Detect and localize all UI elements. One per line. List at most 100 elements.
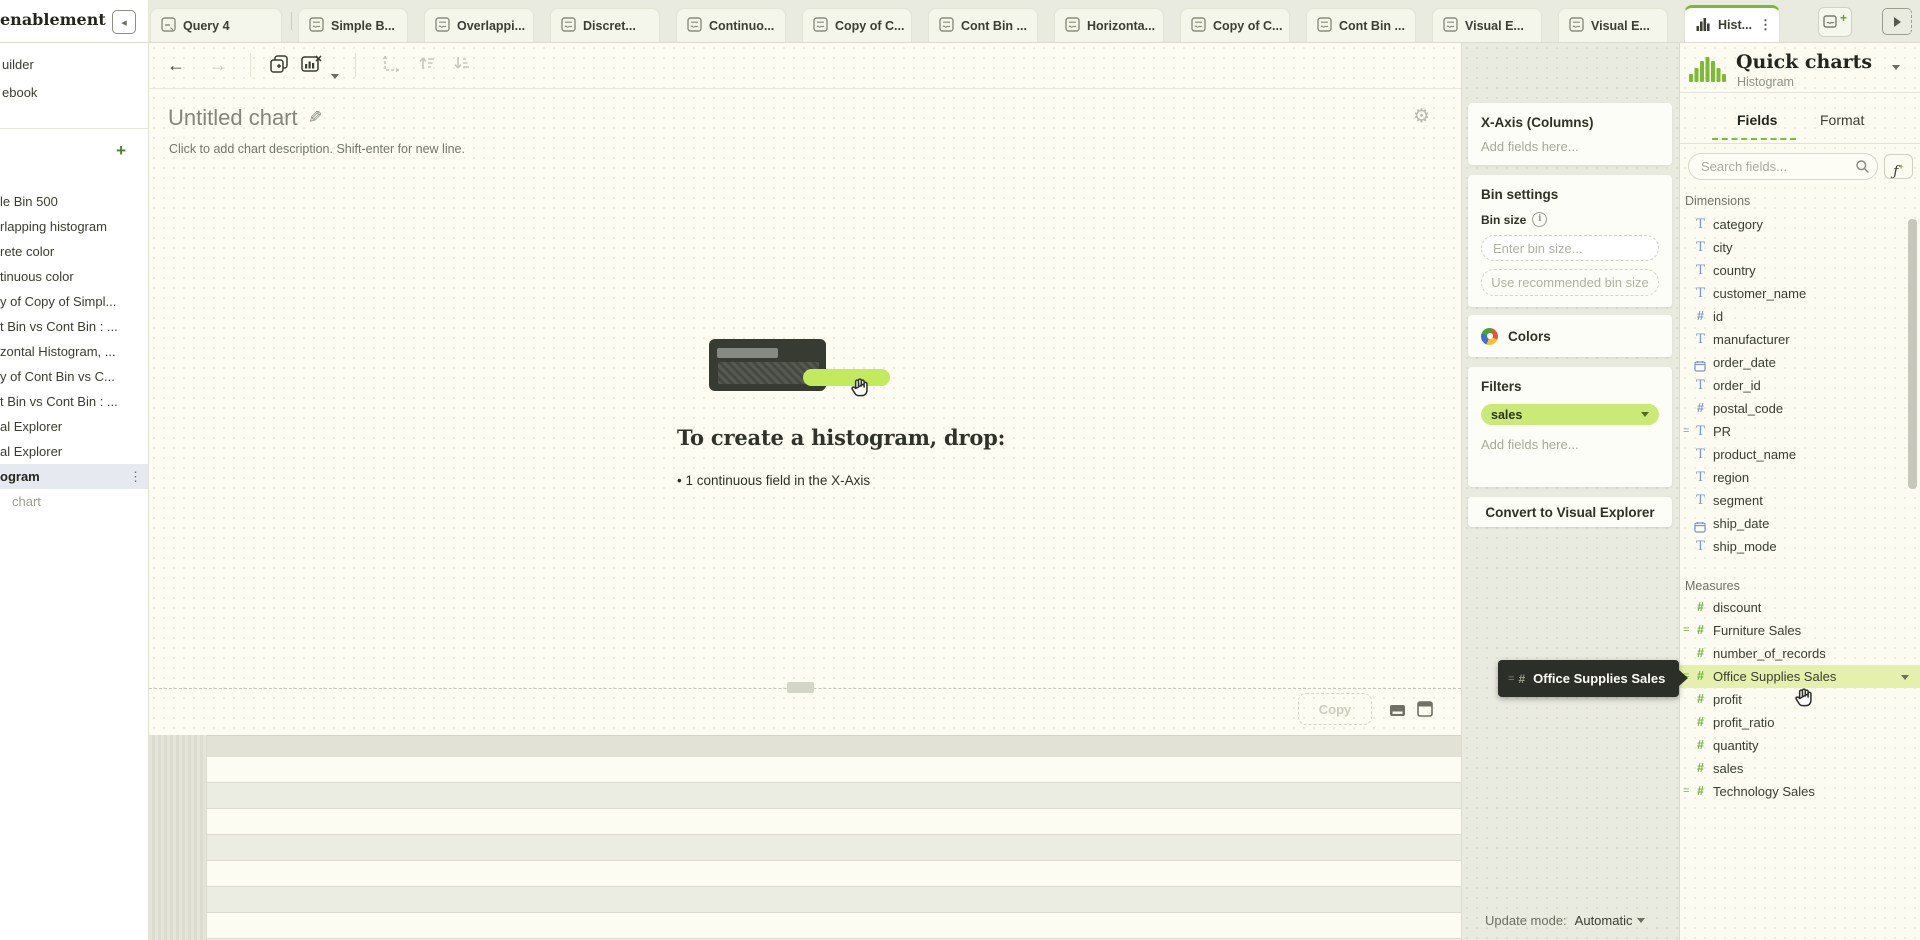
illustration-title-bar — [717, 348, 778, 358]
scrollbar-thumb[interactable] — [1908, 219, 1917, 489]
xaxis-drop-target[interactable]: Add fields here... — [1481, 139, 1659, 154]
measure-row-technology-sales[interactable]: =#Technology Sales — [1680, 780, 1920, 803]
chart-description-placeholder[interactable]: Click to add chart description. Shift-en… — [169, 142, 465, 156]
swap-axis-button[interactable] — [381, 54, 401, 79]
maximize-icon[interactable] — [1417, 701, 1433, 717]
dimension-row-customer-name[interactable]: Tcustomer_name — [1680, 282, 1920, 305]
duplicate-element-button[interactable] — [269, 54, 289, 79]
update-mode-dropdown[interactable]: Automatic — [1575, 913, 1646, 928]
workbook-tab-hist-[interactable]: Hist...⋮ — [1684, 5, 1780, 42]
dimension-row-ship-date[interactable]: ship_date — [1680, 512, 1920, 535]
bin-settings-title: Bin settings — [1481, 187, 1659, 202]
measure-row-quantity[interactable]: #quantity — [1680, 734, 1920, 757]
dimension-row-postal-code[interactable]: #postal_code — [1680, 397, 1920, 420]
toolbar-divider — [355, 53, 356, 77]
new-element-button[interactable]: + — [1818, 7, 1852, 37]
tab-format[interactable]: Format — [1820, 112, 1864, 128]
filter-pill-label: sales — [1491, 408, 1522, 422]
page-list-item-selected[interactable]: ogram⋮ — [0, 464, 148, 489]
tab-fields[interactable]: Fields — [1737, 112, 1777, 128]
workbook-tab-copy-of-c-[interactable]: Copy of C... — [802, 8, 912, 42]
kebab-menu-icon[interactable]: ⋮ — [129, 464, 142, 489]
workbook-tab-cont-bin-[interactable]: Cont Bin ... — [1306, 8, 1416, 42]
chart-title[interactable]: Untitled chart ✎ — [168, 105, 322, 131]
dimension-row-id[interactable]: #id — [1680, 305, 1920, 328]
page-list-item[interactable]: rete color — [0, 239, 148, 264]
gear-icon[interactable]: ⚙ — [1413, 105, 1430, 128]
sidebar-divider — [0, 128, 148, 129]
colors-card[interactable]: Colors — [1468, 315, 1672, 357]
dimension-row-segment[interactable]: Tsegment — [1680, 489, 1920, 512]
page-list-item-muted[interactable]: chart — [0, 489, 148, 514]
collapse-sidebar-button[interactable]: ◂ — [112, 10, 136, 34]
update-mode-label: Update mode: — [1485, 913, 1567, 928]
number-type-icon: # — [1693, 711, 1708, 734]
dimension-row-city[interactable]: Tcity — [1680, 236, 1920, 259]
copy-button[interactable]: Copy — [1298, 693, 1372, 725]
recommended-bin-size-button[interactable]: Use recommended bin size — [1481, 269, 1659, 296]
page-list-item[interactable]: y of Copy of Simpl... — [0, 289, 148, 314]
field-name: Technology Sales — [1713, 780, 1815, 803]
page-list-item[interactable]: rlapping histogram — [0, 214, 148, 239]
workbook-tab-cont-bin-[interactable]: Cont Bin ... — [928, 8, 1038, 42]
measure-row-sales[interactable]: #sales — [1680, 757, 1920, 780]
undo-button[interactable]: ← — [167, 54, 185, 76]
redo-button[interactable]: → — [209, 54, 227, 76]
edit-pencil-icon[interactable]: ✎ — [308, 108, 322, 128]
page-list-item[interactable]: tinuous color — [0, 264, 148, 289]
dimension-row-category[interactable]: Tcategory — [1680, 213, 1920, 236]
page-list-item[interactable]: al Explorer — [0, 439, 148, 464]
filter-pill-sales[interactable]: sales — [1481, 404, 1659, 425]
calculated-equals-icon: = — [1683, 420, 1689, 443]
workbook-tab-horizonta-[interactable]: Horizonta... — [1054, 8, 1164, 42]
workbook-tab-visual-e-[interactable]: Visual E... — [1432, 8, 1542, 42]
add-formula-button[interactable]: ƒ+ — [1884, 154, 1913, 179]
dimension-row-ship-mode[interactable]: Tship_mode — [1680, 535, 1920, 558]
delete-element-button[interactable] — [301, 54, 323, 79]
chevron-down-icon[interactable] — [1901, 675, 1909, 680]
workbook-tab-visual-e-[interactable]: Visual E... — [1558, 8, 1668, 42]
page-list-item[interactable]: zontal Histogram, ... — [0, 339, 148, 364]
minimize-icon[interactable] — [1389, 704, 1406, 717]
search-fields-input[interactable] — [1688, 153, 1878, 180]
workbook-tab-continuo-[interactable]: Continuo... — [676, 8, 786, 42]
page-list-item[interactable]: le Bin 500 — [0, 189, 148, 214]
measure-row-number-of-records[interactable]: #number_of_records — [1680, 642, 1920, 665]
histogram-tab-icon — [1695, 17, 1711, 34]
chevron-down-icon[interactable] — [331, 62, 339, 84]
text-type-icon: T — [1693, 236, 1708, 259]
measure-row-profit-ratio[interactable]: #profit_ratio — [1680, 711, 1920, 734]
tooltip-arrow — [1679, 670, 1688, 686]
dimension-row-country[interactable]: Tcountry — [1680, 259, 1920, 282]
add-page-button[interactable]: + — [116, 141, 126, 161]
measure-row-discount[interactable]: #discount — [1680, 596, 1920, 619]
workbook-tab-copy-of-c-[interactable]: Copy of C... — [1180, 8, 1290, 42]
kebab-menu-icon[interactable]: ⋮ — [1759, 17, 1772, 33]
sort-descending-button[interactable] — [452, 54, 472, 77]
chevron-down-icon[interactable] — [1892, 65, 1900, 70]
page-list-item[interactable]: t Bin vs Cont Bin : ... — [0, 314, 148, 339]
filters-drop-target[interactable]: Add fields here... — [1481, 437, 1659, 452]
convert-to-visual-explorer-button[interactable]: Convert to Visual Explorer — [1468, 497, 1672, 527]
workbook-tab-query-4[interactable]: Query 4 — [150, 8, 282, 42]
dimension-row-pr[interactable]: =TPR — [1680, 420, 1920, 443]
dimension-row-order-date[interactable]: order_date — [1680, 351, 1920, 374]
workbook-tab-simple-b-[interactable]: Simple B... — [298, 8, 408, 42]
bin-size-input[interactable] — [1481, 235, 1659, 261]
expand-panel-button[interactable] — [1882, 8, 1912, 35]
sidebar-item-notebook[interactable]: ebook — [2, 85, 37, 100]
sidebar-item-builder[interactable]: uilder — [2, 57, 34, 72]
page-list-item[interactable]: t Bin vs Cont Bin : ... — [0, 389, 148, 414]
dimension-row-order-id[interactable]: Torder_id — [1680, 374, 1920, 397]
workbook-tab-overlappi-[interactable]: Overlappi... — [424, 8, 534, 42]
measure-row-furniture-sales[interactable]: =#Furniture Sales — [1680, 619, 1920, 642]
workbook-tab-discret-[interactable]: Discret... — [550, 8, 660, 42]
dimension-row-product-name[interactable]: Tproduct_name — [1680, 443, 1920, 466]
dimension-row-region[interactable]: Tregion — [1680, 466, 1920, 489]
dimension-row-manufacturer[interactable]: Tmanufacturer — [1680, 328, 1920, 351]
chart-tab-icon — [1191, 17, 1206, 35]
sort-ascending-button[interactable] — [417, 54, 437, 77]
page-list-item[interactable]: y of Cont Bin vs C... — [0, 364, 148, 389]
info-icon[interactable]: i — [1532, 212, 1547, 227]
page-list-item[interactable]: al Explorer — [0, 414, 148, 439]
